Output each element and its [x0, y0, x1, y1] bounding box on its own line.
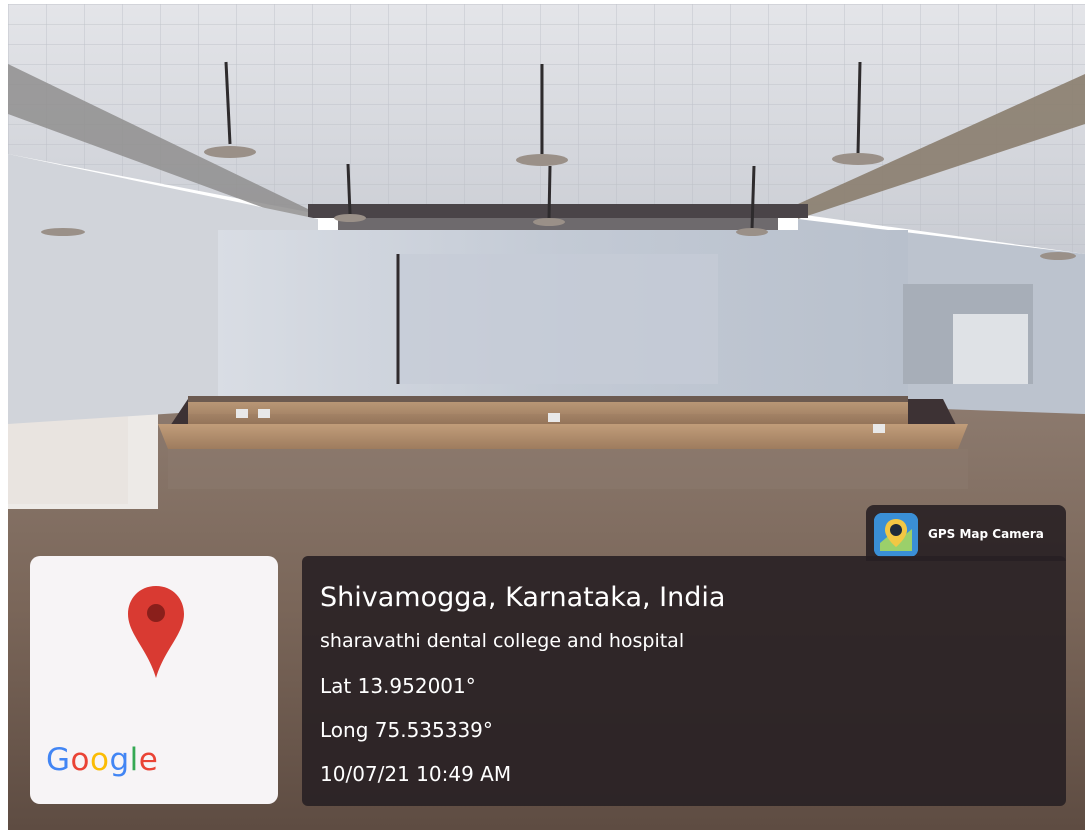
gps-map-camera-icon [874, 513, 918, 557]
longitude: Long 75.535339° [320, 718, 493, 742]
latitude: Lat 13.952001° [320, 674, 476, 698]
google-logo-letter: G [46, 742, 71, 778]
gps-info-box: Shivamogga, Karnataka, India sharavathi … [302, 556, 1066, 806]
map-pin-icon [128, 586, 184, 678]
timestamp: 10/07/21 10:49 AM [320, 762, 512, 786]
google-logo-letter: l [129, 742, 139, 778]
google-logo: Google [46, 742, 158, 778]
map-thumbnail: Google [30, 556, 278, 804]
google-logo-letter: g [109, 742, 130, 778]
app-badge: GPS Map Camera [866, 505, 1066, 561]
place-name: sharavathi dental college and hospital [320, 630, 685, 652]
google-logo-letter: o [70, 742, 90, 778]
location-title: Shivamogga, Karnataka, India [320, 582, 726, 613]
app-name: GPS Map Camera [928, 527, 1044, 541]
photo-frame: Google GPS Map Camera Shivamogga, Karnat… [0, 0, 1085, 838]
ceiling-beam [308, 204, 808, 218]
stage-front [158, 424, 968, 449]
google-logo-letter: o [90, 742, 110, 778]
google-logo-letter: e [138, 742, 159, 778]
